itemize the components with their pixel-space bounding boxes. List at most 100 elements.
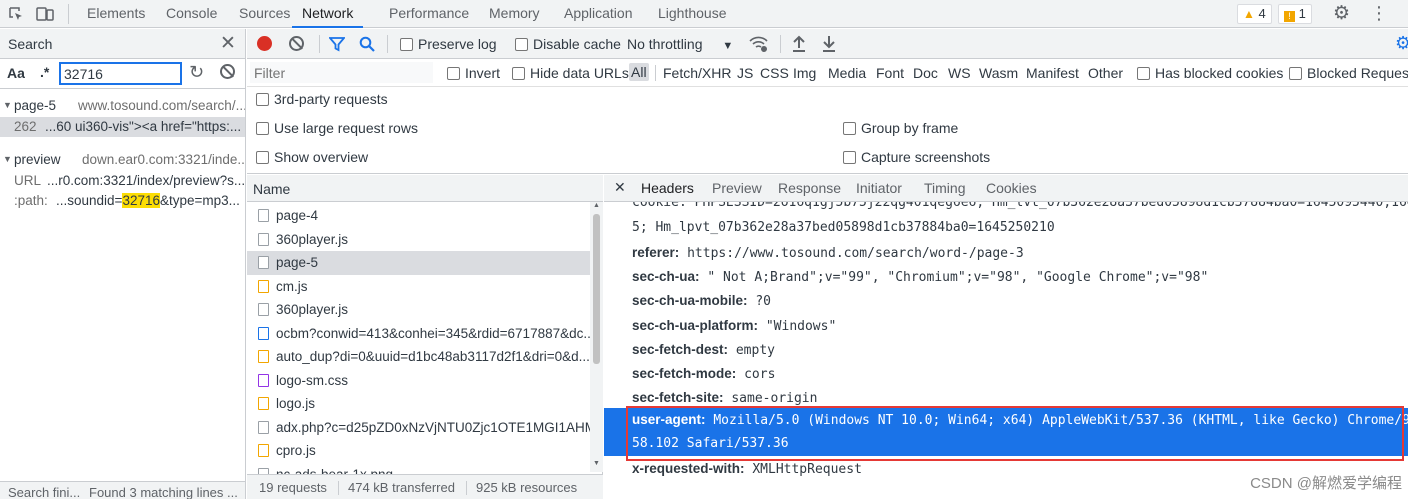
table-row[interactable]: cm.js	[247, 275, 590, 299]
regex-button[interactable]: .*	[40, 64, 49, 80]
file-doc-icon	[258, 256, 269, 269]
file-js-icon	[258, 350, 269, 363]
clear-icon[interactable]	[220, 64, 235, 79]
result-line[interactable]: URL ...r0.com:3321/index/preview?s...	[0, 172, 245, 191]
has-blocked-cookies-checkbox[interactable]: Has blocked cookies	[1137, 65, 1283, 81]
capture-screenshots-checkbox[interactable]: Capture screenshots	[843, 149, 990, 165]
inspect-element-icon[interactable]	[8, 6, 24, 22]
tab-network[interactable]: Network	[292, 0, 364, 28]
result-group-page-5[interactable]: ▼ page-5 www.tosound.com/search/...	[0, 98, 245, 116]
tab-preview[interactable]: Preview	[712, 175, 762, 202]
filter-type-wasm[interactable]: Wasm	[979, 65, 1018, 81]
search-match-highlight: 32716	[122, 193, 160, 208]
details-tab-bar: ✕ Headers Preview Response Initiator Tim…	[604, 175, 1408, 202]
errors-badge[interactable]: ! 1	[1278, 4, 1312, 24]
search-input[interactable]	[59, 62, 182, 85]
filter-input[interactable]	[250, 62, 433, 83]
large-request-rows-checkbox[interactable]: Use large request rows	[256, 120, 418, 136]
tab-elements[interactable]: Elements	[87, 0, 145, 27]
more-options-icon[interactable]: ⋮	[1370, 3, 1388, 23]
third-party-requests-checkbox[interactable]: 3rd-party requests	[256, 91, 388, 107]
tab-initiator[interactable]: Initiator	[856, 175, 902, 202]
result-line[interactable]: 262 ...60 ui360-vis"><a href="https:...	[0, 117, 245, 137]
clear-log-icon[interactable]	[289, 36, 304, 51]
filter-type-ws[interactable]: WS	[948, 65, 971, 81]
table-row[interactable]: page-4	[247, 204, 590, 228]
filter-icon[interactable]	[328, 36, 346, 55]
blocked-requests-checkbox[interactable]: Blocked Requests	[1289, 65, 1408, 81]
tab-timing[interactable]: Timing	[924, 175, 966, 202]
table-row[interactable]: logo-sm.css	[247, 369, 590, 393]
hide-data-urls-checkbox[interactable]: Hide data URLs	[512, 65, 629, 81]
column-header-name[interactable]: Name	[253, 181, 290, 197]
table-row[interactable]: adx.php?c=d25pZD0xNzVjNTU0Zjc1OTE1MGI1AH…	[247, 416, 590, 440]
export-har-icon[interactable]	[822, 35, 836, 55]
filter-type-other[interactable]: Other	[1088, 65, 1123, 81]
result-line[interactable]: :path: ...soundid=32716&type=mp3...	[0, 192, 245, 211]
tab-performance[interactable]: Performance	[389, 0, 469, 27]
close-details-icon[interactable]: ✕	[614, 179, 626, 196]
table-row[interactable]: logo.js	[247, 392, 590, 416]
search-icon[interactable]	[359, 36, 375, 55]
tab-cookies[interactable]: Cookies	[986, 175, 1037, 202]
disable-cache-checkbox[interactable]: Disable cache	[515, 36, 621, 52]
gear-icon[interactable]: ⚙	[1333, 4, 1350, 24]
search-panel: Search ✕ Aa .* ↻ ▼ page-5 www.tosound.co…	[0, 29, 246, 499]
tab-response[interactable]: Response	[778, 175, 841, 202]
device-toolbar-icon[interactable]	[36, 5, 54, 23]
expand-triangle-icon: ▼	[3, 154, 12, 164]
table-row[interactable]: auto_dup?di=0&uuid=d1bc48ab3117d2f1&dri=…	[247, 345, 590, 369]
filter-type-fetch-xhr[interactable]: Fetch/XHR	[663, 65, 731, 81]
tab-headers[interactable]: Headers	[641, 175, 694, 202]
refresh-icon[interactable]: ↻	[189, 62, 204, 83]
highlight-box	[626, 406, 1404, 461]
warning-icon: ▲	[1243, 7, 1255, 21]
expand-triangle-icon: ▼	[3, 100, 12, 110]
table-row[interactable]: ocbm?conwid=413&conhei=345&rdid=6717887&…	[247, 322, 590, 346]
filter-type-css[interactable]: CSS	[760, 65, 789, 81]
tab-console[interactable]: Console	[166, 0, 217, 27]
file-xhr-icon	[258, 326, 269, 340]
record-button[interactable]	[257, 36, 272, 51]
tab-memory[interactable]: Memory	[489, 0, 540, 27]
file-doc-icon	[258, 303, 269, 316]
network-toolbar: Preserve log Disable cache No throttling…	[247, 29, 1408, 59]
table-row[interactable]: cpro.js	[247, 439, 590, 463]
show-overview-checkbox[interactable]: Show overview	[256, 149, 368, 165]
request-name: 360player.js	[276, 231, 349, 247]
request-name: ocbm?conwid=413&conhei=345&rdid=6717887&…	[276, 325, 590, 341]
import-har-icon[interactable]	[792, 35, 806, 55]
table-row[interactable]: page-5	[247, 251, 590, 275]
filter-type-doc[interactable]: Doc	[913, 65, 938, 81]
request-list: Name page-4 360player.js page-5 cm.js 360pla…	[247, 175, 603, 499]
header-line: sec-ch-ua-platform: "Windows"	[632, 317, 837, 334]
invert-checkbox[interactable]: Invert	[447, 65, 500, 81]
network-settings-gear-icon[interactable]: ⚙	[1395, 33, 1408, 53]
warnings-badge[interactable]: ▲ 4	[1237, 4, 1272, 24]
scrollbar-thumb[interactable]	[593, 214, 600, 364]
table-row[interactable]: 360player.js	[247, 228, 590, 252]
tab-application[interactable]: Application	[564, 0, 633, 27]
tab-lighthouse[interactable]: Lighthouse	[658, 0, 727, 27]
table-row[interactable]: 360player.js	[247, 298, 590, 322]
scroll-up-icon[interactable]: ▲	[593, 202, 600, 209]
cookie-header-line: cookie: PHPSESSID=2o16q1gj5b75j22qg401qe…	[632, 202, 1408, 210]
preserve-log-checkbox[interactable]: Preserve log	[400, 36, 497, 52]
resources-size: 925 kB resources	[476, 480, 578, 495]
group-by-frame-checkbox[interactable]: Group by frame	[843, 120, 958, 136]
filter-type-img[interactable]: Img	[793, 65, 816, 81]
filter-bar: Invert Hide data URLs All Fetch/XHR JS C…	[247, 59, 1408, 87]
result-group-preview[interactable]: ▼ preview down.ear0.com:3321/inde...	[0, 152, 245, 170]
filter-type-manifest[interactable]: Manifest	[1026, 65, 1079, 81]
filter-type-media[interactable]: Media	[828, 65, 866, 81]
filter-type-js[interactable]: JS	[737, 65, 753, 81]
tab-sources[interactable]: Sources	[239, 0, 290, 27]
scroll-down-icon[interactable]: ▼	[593, 460, 600, 467]
throttling-select[interactable]: No throttling ▼	[627, 36, 733, 52]
match-case-button[interactable]: Aa	[7, 65, 25, 81]
filter-type-all[interactable]: All	[629, 63, 649, 81]
network-conditions-icon[interactable]	[749, 35, 769, 56]
close-icon[interactable]: ✕	[220, 32, 236, 55]
request-list-scrollbar[interactable]: ▲ ▼	[590, 202, 603, 472]
filter-type-font[interactable]: Font	[876, 65, 904, 81]
